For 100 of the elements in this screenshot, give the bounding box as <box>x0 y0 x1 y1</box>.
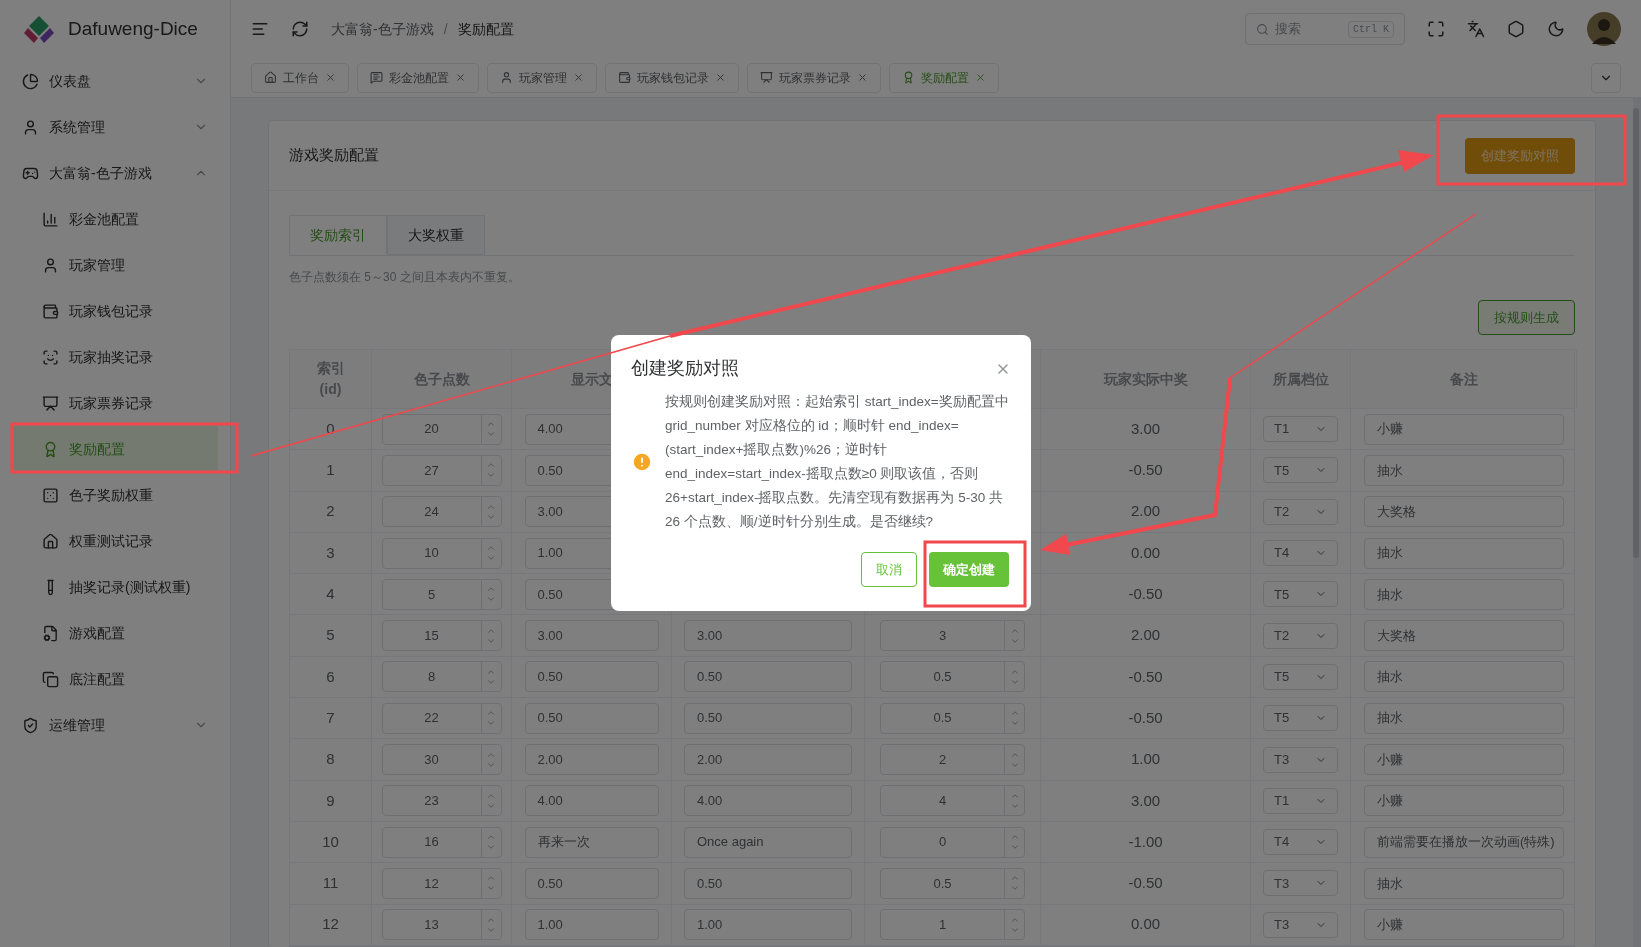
card-tab[interactable]: 奖励索引 <box>289 215 387 255</box>
text-field[interactable]: 抽水 <box>1364 454 1564 486</box>
page-tab[interactable]: 玩家管理 <box>487 62 597 93</box>
number-stepper[interactable]: 30 <box>381 744 502 775</box>
number-stepper[interactable]: 16 <box>381 826 502 858</box>
text-field[interactable]: 抽水 <box>1364 702 1564 734</box>
close-icon[interactable] <box>573 72 584 83</box>
close-icon[interactable] <box>715 72 726 83</box>
tier-select[interactable]: T2 <box>1263 622 1338 649</box>
tier-select[interactable]: T5 <box>1263 705 1338 732</box>
number-stepper[interactable]: 1 <box>880 909 1025 941</box>
text-field[interactable]: 3.00 <box>524 620 659 652</box>
refresh-icon[interactable] <box>291 20 309 38</box>
text-field[interactable]: 大奖格 <box>1364 496 1564 528</box>
tier-select[interactable]: T5 <box>1263 581 1338 608</box>
number-stepper[interactable]: 0.5 <box>880 702 1025 734</box>
sidebar-item[interactable]: 彩金池配置 <box>12 196 218 242</box>
number-stepper[interactable]: 0.5 <box>880 867 1025 899</box>
number-stepper[interactable]: 0.5 <box>880 661 1025 693</box>
text-field[interactable]: 0.50 <box>524 867 659 899</box>
breadcrumb-link[interactable]: 大富翁-色子游戏 <box>331 18 434 40</box>
tier-select[interactable]: T3 <box>1263 911 1338 938</box>
page-tab[interactable]: 玩家票券记录 <box>747 62 881 93</box>
sidebar-group[interactable]: 大富翁-色子游戏 <box>0 150 230 196</box>
sidebar-group[interactable]: 运维管理 <box>0 702 230 748</box>
number-stepper[interactable]: 5 <box>381 578 502 610</box>
text-field[interactable]: 0.50 <box>684 867 852 899</box>
number-stepper[interactable]: 2 <box>880 744 1025 775</box>
menu-icon[interactable] <box>251 20 269 38</box>
tier-select[interactable]: T3 <box>1263 746 1338 773</box>
text-field[interactable]: 小赚 <box>1364 413 1564 445</box>
text-field[interactable]: 2.00 <box>524 744 659 775</box>
sidebar-item[interactable]: 玩家票券记录 <box>12 380 218 426</box>
number-stepper[interactable]: 12 <box>381 867 502 899</box>
number-stepper[interactable]: 22 <box>381 702 502 734</box>
sidebar-item[interactable]: 玩家抽奖记录 <box>12 334 218 380</box>
text-field[interactable]: 0.50 <box>524 702 659 734</box>
text-field[interactable]: 0.50 <box>524 661 659 693</box>
text-field[interactable]: 小赚 <box>1364 785 1564 817</box>
text-field[interactable]: 大奖格 <box>1364 620 1564 652</box>
tabs-dropdown[interactable] <box>1591 62 1621 93</box>
text-field[interactable]: 4.00 <box>524 785 659 817</box>
number-stepper[interactable]: 8 <box>381 661 502 693</box>
close-icon[interactable] <box>455 72 466 83</box>
number-stepper[interactable]: 10 <box>381 537 502 569</box>
text-field[interactable]: 小赚 <box>1364 909 1564 941</box>
tier-select[interactable]: T5 <box>1263 457 1338 484</box>
page-tab[interactable]: 奖励配置 <box>889 62 999 93</box>
number-stepper[interactable]: 4 <box>880 785 1025 817</box>
number-stepper[interactable]: 13 <box>381 909 502 941</box>
fullscreen-icon[interactable] <box>1427 20 1445 38</box>
page-tab[interactable]: 彩金池配置 <box>357 62 479 93</box>
text-field[interactable]: 抽水 <box>1364 537 1564 569</box>
card-tab[interactable]: 大奖权重 <box>387 215 485 255</box>
sidebar-item[interactable]: 游戏配置 <box>12 610 218 656</box>
number-stepper[interactable]: 20 <box>381 413 502 445</box>
settings-icon[interactable] <box>1507 20 1525 38</box>
number-stepper[interactable]: 27 <box>381 454 502 486</box>
text-field[interactable]: 0.50 <box>684 661 852 693</box>
number-stepper[interactable]: 24 <box>381 496 502 528</box>
generate-button[interactable]: 按规则生成 <box>1478 300 1575 335</box>
sidebar-item[interactable]: 奖励配置 <box>12 426 218 472</box>
sidebar-group[interactable]: 系统管理 <box>0 104 230 150</box>
scrollbar[interactable] <box>1633 98 1641 947</box>
text-field[interactable]: 2.00 <box>684 744 852 775</box>
number-stepper[interactable]: 15 <box>381 620 502 652</box>
tier-select[interactable]: T3 <box>1263 870 1338 897</box>
sidebar-item[interactable]: 底注配置 <box>12 656 218 702</box>
text-field[interactable]: 4.00 <box>684 785 852 817</box>
page-tab[interactable]: 玩家钱包记录 <box>605 62 739 93</box>
text-field[interactable]: 1.00 <box>524 909 659 941</box>
tier-select[interactable]: T4 <box>1263 829 1338 856</box>
text-field[interactable]: Once again <box>684 826 852 858</box>
close-icon[interactable] <box>325 72 336 83</box>
close-icon[interactable] <box>975 72 986 83</box>
text-field[interactable]: 抽水 <box>1364 578 1564 610</box>
cancel-button[interactable]: 取消 <box>861 552 917 587</box>
number-stepper[interactable]: 3 <box>880 620 1025 652</box>
tier-select[interactable]: T2 <box>1263 498 1338 525</box>
text-field[interactable]: 小赚 <box>1364 744 1564 775</box>
number-stepper[interactable]: 23 <box>381 785 502 817</box>
text-field[interactable]: 0.50 <box>684 702 852 734</box>
sidebar-item[interactable]: 色子奖励权重 <box>12 472 218 518</box>
translate-icon[interactable] <box>1467 20 1485 38</box>
confirm-button[interactable]: 确定创建 <box>929 552 1009 587</box>
text-field[interactable]: 1.00 <box>684 909 852 941</box>
text-field[interactable]: 抽水 <box>1364 661 1564 693</box>
moon-icon[interactable] <box>1547 20 1565 38</box>
tier-select[interactable]: T4 <box>1263 540 1338 567</box>
number-stepper[interactable]: 0 <box>880 826 1025 858</box>
sidebar-item[interactable]: 抽奖记录(测试权重) <box>12 564 218 610</box>
avatar[interactable] <box>1587 12 1621 46</box>
sidebar-group[interactable]: 仪表盘 <box>0 58 230 104</box>
sidebar-item[interactable]: 玩家钱包记录 <box>12 288 218 334</box>
page-tab[interactable]: 工作台 <box>251 62 349 93</box>
text-field[interactable]: 抽水 <box>1364 867 1564 899</box>
tier-select[interactable]: T1 <box>1263 787 1338 814</box>
sidebar-item[interactable]: 玩家管理 <box>12 242 218 288</box>
tier-select[interactable]: T1 <box>1263 416 1338 443</box>
sidebar-item[interactable]: 权重测试记录 <box>12 518 218 564</box>
